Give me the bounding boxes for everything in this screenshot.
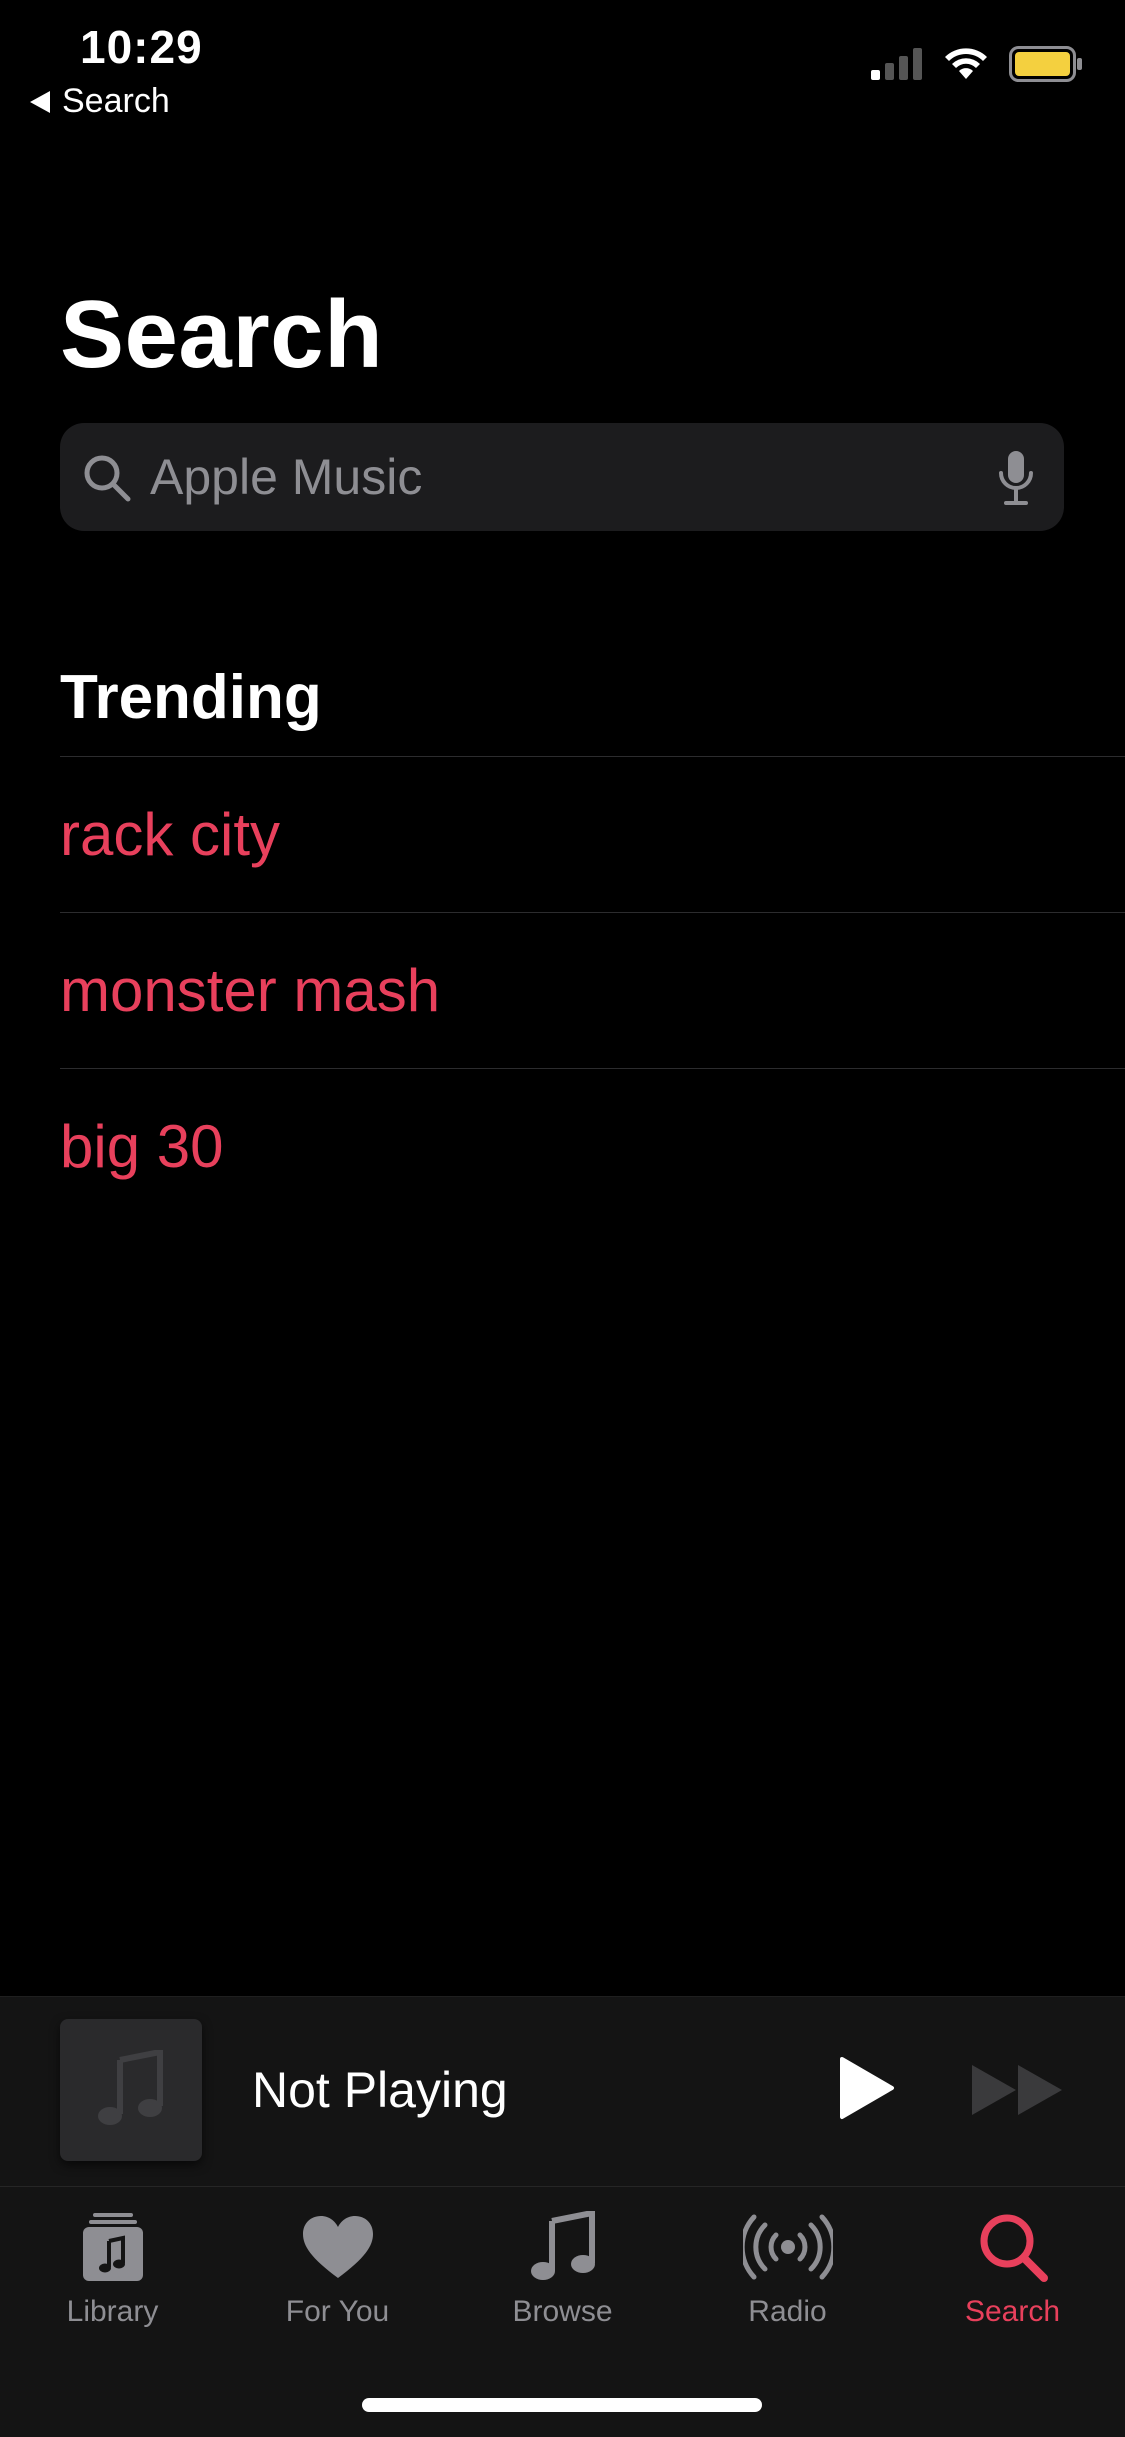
album-artwork	[60, 2019, 202, 2161]
play-icon[interactable]	[836, 2055, 896, 2121]
tab-for-you[interactable]: For You	[225, 2207, 450, 2329]
battery-icon	[1009, 46, 1082, 82]
tab-label: For You	[285, 2295, 390, 2328]
trending-item[interactable]: rack city	[60, 756, 1125, 912]
now-playing-title: Not Playing	[252, 2062, 508, 2118]
back-to-app-button[interactable]: Search	[30, 82, 170, 121]
tab-label: Browse	[512, 2295, 613, 2328]
music-note-icon	[530, 2211, 595, 2280]
microphone-icon[interactable]	[996, 449, 1036, 507]
tab-label: Library	[66, 2295, 159, 2328]
tab-label: Search	[964, 2295, 1061, 2328]
trending-item[interactable]: monster mash	[60, 912, 1125, 1068]
music-note-placeholder-icon	[98, 2050, 163, 2125]
tab-library[interactable]: Library	[0, 2207, 225, 2329]
tab-browse[interactable]: Browse	[450, 2207, 675, 2329]
status-indicators	[871, 46, 1083, 82]
trending-heading: Trending	[60, 663, 322, 732]
search-icon	[84, 455, 131, 502]
trending-list: rack city monster mash big 30	[60, 756, 1125, 1224]
wifi-icon	[945, 48, 987, 79]
cellular-signal-icon	[871, 48, 922, 80]
home-indicator[interactable]	[362, 2398, 762, 2412]
search-input[interactable]	[150, 423, 1010, 531]
tab-label: Radio	[748, 2295, 827, 2328]
tab-radio[interactable]: Radio	[675, 2207, 900, 2329]
status-time: 10:29	[80, 21, 203, 73]
trending-item[interactable]: big 30	[60, 1068, 1125, 1224]
page-title: Search	[60, 281, 384, 388]
back-label: Search	[62, 82, 170, 120]
tab-search[interactable]: Search	[900, 2207, 1125, 2329]
library-icon	[82, 2213, 143, 2281]
mini-player[interactable]: Not Playing	[0, 1996, 1125, 2187]
search-field[interactable]	[60, 423, 1064, 531]
radio-icon	[742, 2214, 833, 2280]
heart-icon	[302, 2216, 373, 2278]
back-arrow-icon	[30, 90, 50, 113]
fast-forward-icon[interactable]	[970, 2063, 1066, 2117]
search-icon	[980, 2214, 1048, 2282]
